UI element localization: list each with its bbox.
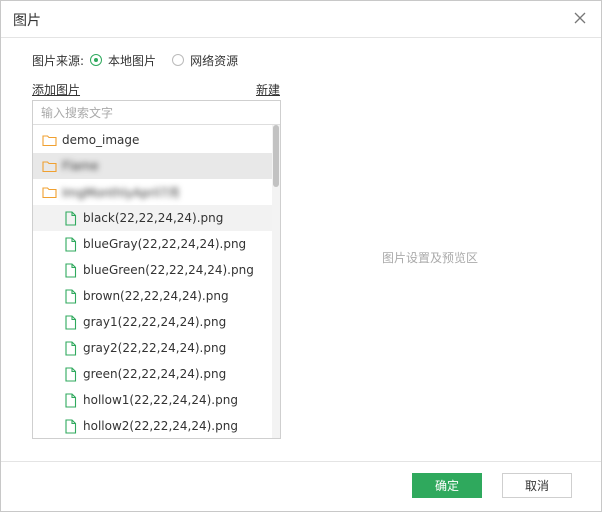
file-icon <box>63 366 78 382</box>
radio-network-resource[interactable]: 网络资源 <box>172 52 238 69</box>
tree-item-label: black(22,22,24,24).png <box>83 211 224 225</box>
radio-local-label: 本地图片 <box>108 53 157 68</box>
file-tree: demo_image Flame ImgMonthlyApril7月 black… <box>33 127 273 438</box>
action-links: 添加图片 新建 <box>32 81 280 97</box>
tree-file-green[interactable]: green(22,22,24,24).png <box>33 361 273 387</box>
image-source-label: 图片来源: <box>32 53 85 68</box>
radio-unselected-icon <box>172 54 185 66</box>
new-folder-link[interactable]: 新建 <box>256 81 280 98</box>
ok-button[interactable]: 确定 <box>412 473 482 498</box>
tree-item-label: brown(22,22,24,24).png <box>83 289 229 303</box>
radio-network-label: 网络资源 <box>190 53 239 68</box>
tree-item-label: Flame <box>62 159 99 173</box>
tree-file-hollow2[interactable]: hollow2(22,22,24,24).png <box>33 413 273 438</box>
image-dialog: 图片 图片来源: 本地图片 网络资源 添加图片 新建 demo_i <box>0 0 602 512</box>
tree-folder-demo-image[interactable]: demo_image <box>33 127 273 153</box>
cancel-button[interactable]: 取消 <box>502 473 572 498</box>
tree-file-bluegreen[interactable]: blueGreen(22,22,24,24).png <box>33 257 273 283</box>
file-icon <box>63 340 78 356</box>
file-icon <box>63 262 78 278</box>
tree-item-label: hollow2(22,22,24,24).png <box>83 419 238 433</box>
folder-icon <box>42 133 57 148</box>
tree-item-label: blueGreen(22,22,24,24).png <box>83 263 254 277</box>
tree-file-gray1[interactable]: gray1(22,22,24,24).png <box>33 309 273 335</box>
tree-item-label: gray1(22,22,24,24).png <box>83 315 227 329</box>
file-icon <box>63 418 78 434</box>
tree-item-label: gray2(22,22,24,24).png <box>83 341 227 355</box>
tree-item-label: green(22,22,24,24).png <box>83 367 227 381</box>
dialog-title: 图片 <box>13 13 41 29</box>
tree-file-black[interactable]: black(22,22,24,24).png <box>33 205 273 231</box>
file-icon <box>63 288 78 304</box>
tree-file-brown[interactable]: brown(22,22,24,24).png <box>33 283 273 309</box>
image-source-row: 图片来源: 本地图片 网络资源 <box>32 52 254 68</box>
tree-scrollbar-thumb[interactable] <box>273 125 279 187</box>
dialog-footer: 确定 取消 <box>1 461 601 512</box>
tree-folder-2[interactable]: Flame <box>33 153 273 179</box>
tree-scrollbar[interactable] <box>272 125 280 438</box>
tree-item-label: demo_image <box>62 133 140 147</box>
tree-item-label: blueGray(22,22,24,24).png <box>83 237 247 251</box>
file-icon <box>63 314 78 330</box>
tree-file-gray2[interactable]: gray2(22,22,24,24).png <box>33 335 273 361</box>
preview-area-hint: 图片设置及预览区 <box>382 251 479 265</box>
add-image-link[interactable]: 添加图片 <box>32 81 80 98</box>
tree-file-hollow1[interactable]: hollow1(22,22,24,24).png <box>33 387 273 413</box>
tree-folder-3[interactable]: ImgMonthlyApril7月 <box>33 179 273 205</box>
close-icon[interactable] <box>571 9 589 27</box>
file-icon <box>63 392 78 408</box>
file-icon <box>63 210 78 226</box>
folder-icon <box>42 185 57 200</box>
search-input[interactable] <box>33 101 280 125</box>
dialog-header: 图片 <box>1 1 601 38</box>
tree-file-bluegray[interactable]: blueGray(22,22,24,24).png <box>33 231 273 257</box>
folder-icon <box>42 159 57 174</box>
tree-item-label: hollow1(22,22,24,24).png <box>83 393 238 407</box>
tree-item-label: ImgMonthlyApril7月 <box>62 185 180 200</box>
radio-selected-icon <box>90 54 103 66</box>
image-tree-panel: demo_image Flame ImgMonthlyApril7月 black… <box>32 100 281 439</box>
file-icon <box>63 236 78 252</box>
radio-local-image[interactable]: 本地图片 <box>90 52 156 69</box>
